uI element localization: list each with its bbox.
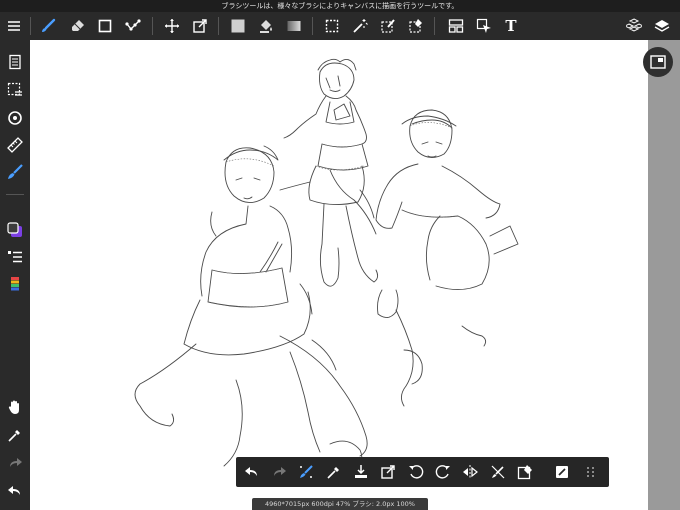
color-icon[interactable]	[3, 218, 27, 242]
left-divider	[6, 194, 24, 195]
selection-icon[interactable]	[3, 78, 27, 102]
rotate-left-icon[interactable]	[404, 460, 428, 484]
fill-color-swatch[interactable]	[226, 14, 250, 38]
screen-icon[interactable]	[550, 460, 574, 484]
move-tool[interactable]	[160, 14, 184, 38]
brush-list-icon[interactable]	[3, 245, 27, 269]
toolbar-divider	[312, 17, 313, 35]
fill-tool[interactable]	[254, 14, 278, 38]
layers-icon[interactable]	[650, 14, 674, 38]
line-art	[134, 58, 519, 471]
select-pen-tool[interactable]	[376, 14, 400, 38]
magic-wand-tool[interactable]	[348, 14, 372, 38]
menu-icon[interactable]	[2, 14, 26, 38]
brush-size-icon[interactable]	[294, 460, 318, 484]
shape-tool[interactable]	[93, 14, 117, 38]
text-tool[interactable]: T	[499, 14, 523, 38]
status-text: 4960*7015px 600dpi 47% ブラシ: 2.0px 100%	[264, 500, 415, 508]
hint-text: ブラシツールは、様々なブラシによりキャンバスに描画を行うツールです。	[221, 2, 459, 10]
save-icon[interactable]	[349, 460, 373, 484]
left-toolbar	[0, 40, 30, 510]
hint-bar: ブラシツールは、様々なブラシによりキャンバスに描画を行うツールです。	[0, 0, 680, 12]
flip-icon[interactable]	[458, 460, 482, 484]
select-eraser-tool[interactable]	[404, 14, 428, 38]
select-tool[interactable]	[320, 14, 344, 38]
undo-icon[interactable]	[3, 479, 27, 503]
eraser-tool[interactable]	[66, 14, 90, 38]
toolbar-divider	[152, 17, 153, 35]
toolbar-divider	[30, 17, 31, 35]
more-icon[interactable]	[579, 460, 603, 484]
clear-icon[interactable]	[513, 460, 537, 484]
select-object-tool[interactable]	[472, 14, 496, 38]
toolbar-divider	[218, 17, 219, 35]
drawing-canvas[interactable]	[30, 40, 648, 510]
transform-tool[interactable]	[188, 14, 212, 38]
rotate-right-icon[interactable]	[431, 460, 455, 484]
navigator-icon[interactable]	[643, 47, 673, 77]
eyedropper-icon[interactable]	[322, 460, 346, 484]
top-toolbar: T	[0, 12, 680, 40]
dot-tool[interactable]	[121, 14, 145, 38]
quick-access-bar	[236, 457, 609, 487]
undo-icon[interactable]	[240, 460, 264, 484]
toolbar-divider	[434, 17, 435, 35]
layer-list-icon[interactable]	[3, 50, 27, 74]
palette-icon[interactable]	[3, 272, 27, 296]
hand-icon[interactable]	[3, 395, 27, 419]
snap-off-icon[interactable]	[486, 460, 510, 484]
ruler-icon[interactable]	[3, 133, 27, 157]
3d-material-icon[interactable]	[622, 14, 646, 38]
gradient-tool[interactable]	[282, 14, 306, 38]
rotate-view-icon[interactable]	[3, 106, 27, 130]
snap-brush-icon[interactable]	[3, 160, 27, 184]
status-bar: 4960*7015px 600dpi 47% ブラシ: 2.0px 100%	[252, 498, 428, 510]
brush-tool[interactable]	[36, 14, 60, 38]
frame-divider-tool[interactable]	[444, 14, 468, 38]
redo-icon[interactable]	[3, 451, 27, 475]
right-side-panel	[648, 40, 680, 510]
redo-icon[interactable]	[267, 460, 291, 484]
eyedropper-icon[interactable]	[3, 423, 27, 447]
transform-icon[interactable]	[376, 460, 400, 484]
